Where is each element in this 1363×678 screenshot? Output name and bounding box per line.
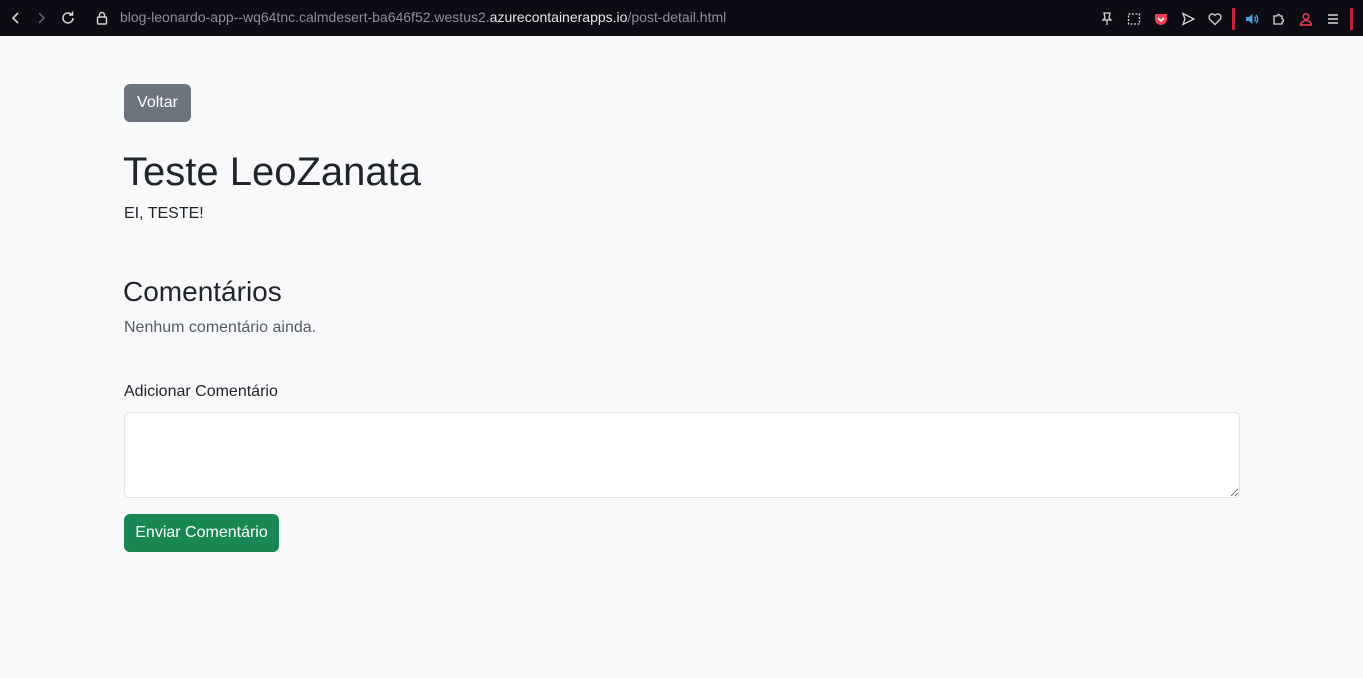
lock-icon[interactable] bbox=[92, 8, 112, 28]
speaker-icon[interactable] bbox=[1242, 9, 1262, 29]
toolbar-actions bbox=[1097, 8, 1353, 30]
menu-icon[interactable] bbox=[1323, 9, 1343, 29]
submit-comment-button[interactable]: Enviar Comentário bbox=[124, 514, 279, 552]
heart-icon[interactable] bbox=[1205, 9, 1225, 29]
back-button[interactable]: Voltar bbox=[124, 84, 191, 122]
account-icon[interactable] bbox=[1296, 9, 1316, 29]
extensions-icon[interactable] bbox=[1269, 9, 1289, 29]
forward-arrow-icon[interactable] bbox=[31, 8, 51, 28]
back-arrow-icon[interactable] bbox=[6, 8, 26, 28]
no-comments-message: Nenhum comentário ainda. bbox=[124, 319, 317, 336]
address-bar[interactable]: blog-leonardo-app--wq64tnc.calmdesert-ba… bbox=[120, 9, 726, 25]
url-path: /post-detail.html bbox=[627, 9, 727, 25]
pocket-icon[interactable] bbox=[1151, 9, 1171, 29]
toolbar-edge-separator bbox=[1350, 8, 1353, 30]
screenshot-icon[interactable] bbox=[1124, 9, 1144, 29]
add-comment-label: Adicionar Comentário bbox=[124, 383, 278, 400]
url-prefix: blog-leonardo-app--wq64tnc.calmdesert-ba… bbox=[120, 9, 490, 25]
comments-heading: Comentários bbox=[123, 276, 282, 307]
send-icon[interactable] bbox=[1178, 9, 1198, 29]
browser-toolbar: blog-leonardo-app--wq64tnc.calmdesert-ba… bbox=[0, 0, 1363, 36]
comment-textarea[interactable] bbox=[124, 412, 1240, 498]
reload-icon[interactable] bbox=[58, 8, 78, 28]
toolbar-separator bbox=[1232, 8, 1235, 30]
post-title: Teste LeoZanata bbox=[123, 150, 421, 194]
pin-icon[interactable] bbox=[1097, 9, 1117, 29]
url-host: azurecontainerapps.io bbox=[489, 9, 628, 25]
post-content: EI, TESTE! bbox=[124, 205, 204, 222]
